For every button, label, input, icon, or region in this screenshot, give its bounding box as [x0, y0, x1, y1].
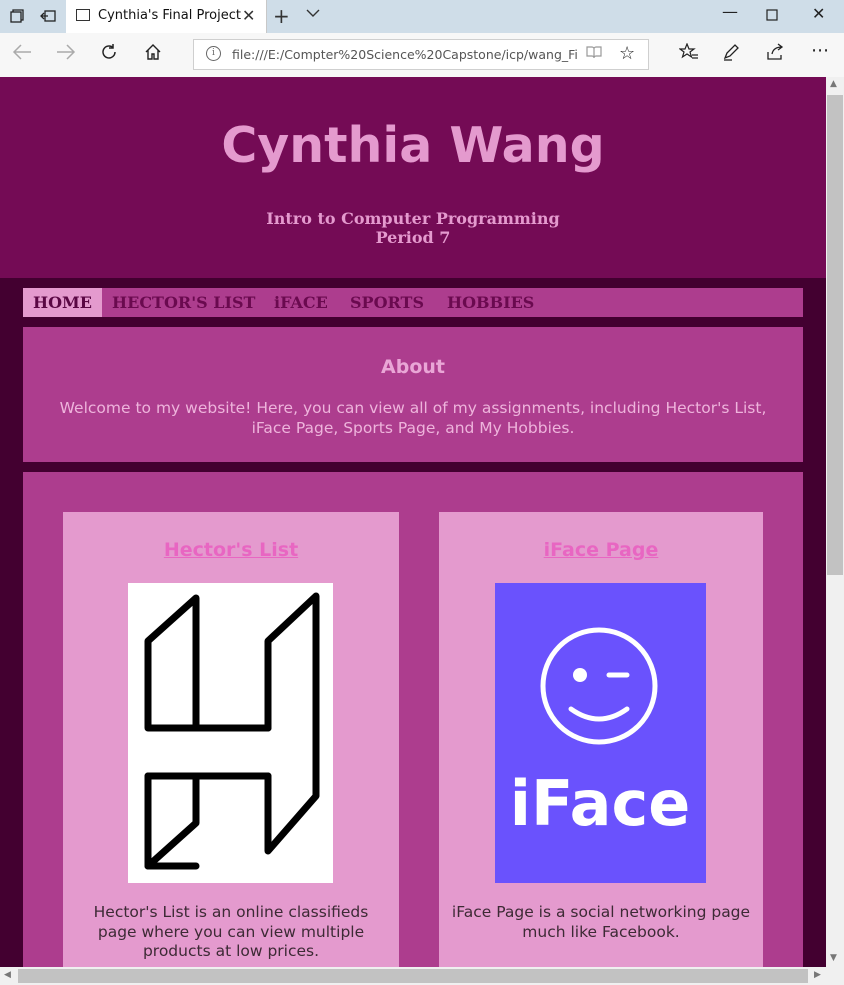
nav-home[interactable]: HOME [23, 288, 102, 317]
back-arrow-icon[interactable] [12, 43, 32, 66]
refresh-icon[interactable] [100, 43, 118, 66]
plus-icon[interactable]: + [273, 4, 290, 28]
horizontal-scroll-thumb[interactable] [18, 969, 808, 983]
star-icon[interactable]: ☆ [619, 43, 635, 64]
address-bar[interactable]: i file:///E:/Compter%20Science%20Capston… [193, 39, 649, 70]
vertical-scrollbar[interactable]: ▲ ▼ [826, 77, 844, 967]
minimize-icon[interactable]: — [722, 2, 738, 21]
share-icon[interactable] [766, 43, 784, 66]
site-header: Cynthia Wang Intro to Computer Programmi… [0, 77, 826, 278]
projects-gallery: Hector's List Hector's List is an online… [23, 472, 803, 967]
project-card-iface: iFace Page iFace iFace Page is a social … [439, 512, 763, 967]
about-heading: About [381, 356, 445, 378]
class-period: Period 7 [375, 228, 451, 247]
horizontal-scrollbar[interactable]: ◀ ▶ [0, 967, 844, 985]
close-window-icon[interactable]: ✕ [812, 4, 825, 23]
nav-sports[interactable]: SPORTS [350, 288, 424, 317]
nav-iface[interactable]: iFACE [274, 288, 328, 317]
scroll-up-icon[interactable]: ▲ [830, 79, 837, 89]
hectors-list-link[interactable]: Hector's List [63, 539, 399, 561]
tab-actions-icon[interactable] [6, 6, 28, 26]
chevron-down-icon[interactable] [306, 7, 320, 22]
maximize-icon[interactable] [766, 6, 778, 25]
project-card-hectors-list: Hector's List Hector's List is an online… [63, 512, 399, 967]
iface-image[interactable]: iFace [495, 583, 706, 887]
pen-icon[interactable] [722, 43, 740, 66]
url-text[interactable]: file:///E:/Compter%20Science%20Capstone/… [232, 47, 577, 62]
book-icon[interactable] [586, 45, 602, 63]
iface-description: iFace Page is a social networking page m… [451, 903, 751, 941]
address-toolbar: i file:///E:/Compter%20Science%20Capston… [0, 33, 844, 78]
site-nav: HOME HECTOR'S LIST iFACE SPORTS HOBBIES [23, 288, 803, 317]
about-section: About Welcome to my website! Here, you c… [23, 327, 803, 462]
home-icon[interactable] [144, 43, 162, 66]
tab-title: Cynthia's Final Project [98, 8, 241, 23]
svg-text:iFace: iFace [510, 767, 691, 840]
about-text: Welcome to my website! Here, you can vie… [59, 399, 767, 437]
scroll-down-icon[interactable]: ▼ [830, 953, 837, 963]
close-icon[interactable]: ✕ [242, 6, 255, 25]
nav-hobbies[interactable]: HOBBIES [447, 288, 534, 317]
scroll-right-icon[interactable]: ▶ [814, 970, 821, 980]
vertical-scroll-thumb[interactable] [827, 95, 843, 575]
more-icon[interactable]: ⋯ [811, 40, 829, 61]
page-viewport: Cynthia Wang Intro to Computer Programmi… [0, 77, 826, 967]
favorites-list-icon[interactable] [678, 42, 699, 66]
browser-tab[interactable]: Cynthia's Final Project ✕ [66, 0, 267, 33]
nav-hectors-list[interactable]: HECTOR'S LIST [112, 288, 255, 317]
page-icon [76, 9, 90, 21]
forward-arrow-icon[interactable] [56, 43, 76, 66]
scroll-left-icon[interactable]: ◀ [4, 970, 11, 980]
info-icon[interactable]: i [206, 46, 221, 61]
hectors-list-image[interactable] [128, 583, 333, 887]
iface-page-link[interactable]: iFace Page [439, 539, 763, 561]
hectors-list-description: Hector's List is an online classifieds p… [93, 903, 369, 960]
site-title: Cynthia Wang [221, 117, 605, 174]
set-aside-tabs-icon[interactable] [37, 6, 59, 26]
course-name: Intro to Computer Programming [266, 209, 560, 228]
browser-tab-bar: Cynthia's Final Project ✕ + — ✕ [0, 0, 844, 33]
